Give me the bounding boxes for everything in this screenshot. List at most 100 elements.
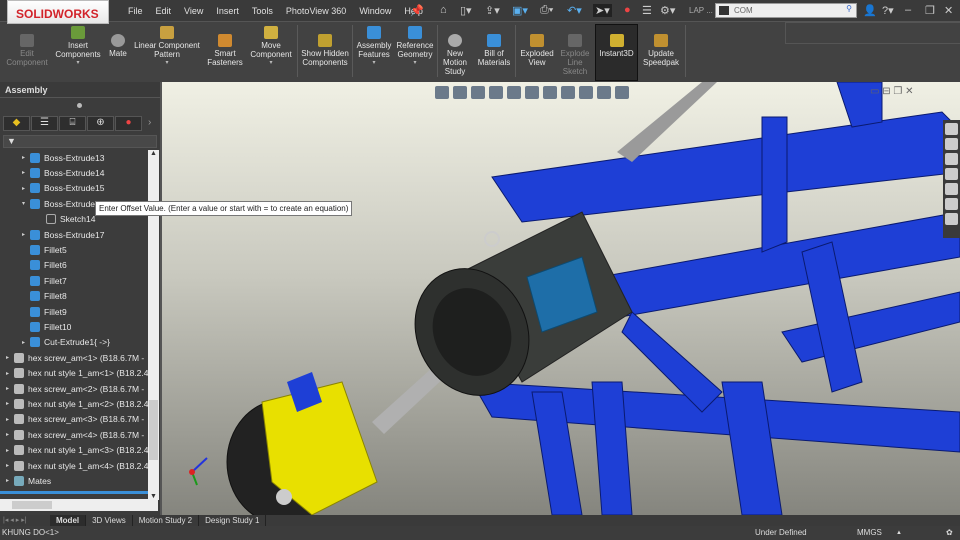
tab-model[interactable]: Model <box>50 515 87 526</box>
tree-item[interactable]: ▸ hex nut style 1_am<1> (B18.2.4 <box>6 366 148 381</box>
tab-scroll-arrows[interactable]: |◂ ◂ ▸ ▸| <box>3 515 27 526</box>
options-gear-icon[interactable]: ⚙▾ <box>660 4 675 17</box>
tree-item[interactable]: ▸ Mates <box>6 473 51 488</box>
previous-view-icon[interactable] <box>471 86 485 99</box>
tree-horizontal-scrollbar[interactable] <box>0 499 158 511</box>
edit-appearance-icon[interactable] <box>579 86 593 99</box>
units-selector[interactable]: MMGS <box>857 526 882 540</box>
edit-component-button[interactable]: Edit Component <box>5 34 49 67</box>
viewport-window-controls[interactable]: ▭ ⊟ ❐ ✕ <box>870 86 914 97</box>
tab-motion-study-2[interactable]: Motion Study 2 <box>133 515 200 526</box>
menu-window[interactable]: Window <box>359 6 391 16</box>
undo-icon[interactable]: ↶▾ <box>567 4 582 17</box>
scroll-thumb[interactable] <box>149 400 158 460</box>
scroll-thumb[interactable] <box>12 501 52 509</box>
update-speedpak-button[interactable]: Update Speedpak <box>640 34 682 67</box>
dropdown-icon[interactable]: ▾ <box>248 59 294 68</box>
expand-arrow-icon[interactable]: ▸ <box>22 169 30 176</box>
assembly-model[interactable] <box>162 81 960 525</box>
3d-content-icon[interactable] <box>945 213 958 225</box>
dropdown-icon[interactable]: ▾ <box>355 59 393 68</box>
tree-item[interactable]: ▸ hex nut style 1_am<3> (B18.2.4 <box>6 443 148 458</box>
design-library-icon[interactable] <box>945 138 958 150</box>
tree-item[interactable]: Fillet7 <box>22 273 67 288</box>
exploded-view-button[interactable]: Exploded View <box>517 34 557 67</box>
tab-design-study-1[interactable]: Design Study 1 <box>199 515 267 526</box>
filter-dropdown[interactable]: ▼ <box>3 135 157 148</box>
expand-arrow-icon[interactable]: ▸ <box>6 400 14 407</box>
file-explorer-icon[interactable] <box>945 153 958 165</box>
restore-icon[interactable]: ❐ <box>925 4 935 17</box>
expand-arrow-icon[interactable]: ▸ <box>6 477 14 484</box>
tree-item[interactable]: ▾ Boss-Extrude16 <box>22 196 104 211</box>
file-properties-icon[interactable]: ☰ <box>642 4 652 17</box>
tree-item[interactable]: ▸ Boss-Extrude17 <box>22 227 104 242</box>
solidworks-resources-icon[interactable] <box>945 123 958 135</box>
expand-arrow-icon[interactable]: ▸ <box>6 370 14 377</box>
minimize-icon[interactable]: – <box>905 4 911 16</box>
instant3d-button[interactable]: Instant3D <box>595 34 638 58</box>
tree-item[interactable]: ▸ hex nut style 1_am<4> (B18.2.4 <box>6 458 148 473</box>
reference-geometry-button[interactable]: Reference Geometry ▾ <box>395 26 435 68</box>
section-view-icon[interactable] <box>489 86 503 99</box>
new-document-icon[interactable]: ▯▾ <box>460 4 472 17</box>
view-palette-icon[interactable] <box>945 168 958 180</box>
tree-item[interactable]: ▸ Boss-Extrude15 <box>22 181 104 196</box>
menu-insert[interactable]: Insert <box>216 6 239 16</box>
linear-pattern-button[interactable]: Linear Component Pattern ▾ <box>132 26 202 68</box>
rebuild-icon[interactable]: ● <box>624 4 631 16</box>
tree-item[interactable]: ▸ hex screw_am<2> (B18.6.7M - <box>6 381 144 396</box>
tree-item[interactable]: ▸ Cut-Extrude1{ ->} <box>22 335 110 350</box>
mate-button[interactable]: Mate <box>106 34 130 58</box>
tab-3d-views[interactable]: 3D Views <box>86 515 133 526</box>
select-icon[interactable]: ➤▾ <box>593 4 612 17</box>
display-manager-tab-icon[interactable]: ● <box>115 116 142 131</box>
dropdown-icon[interactable]: ▾ <box>395 59 435 68</box>
apply-scene-icon[interactable] <box>597 86 611 99</box>
dynamic-annotation-icon[interactable] <box>507 86 521 99</box>
user-icon[interactable]: 👤 <box>863 4 877 17</box>
save-icon[interactable]: ▣▾ <box>512 4 528 17</box>
expand-arrow-icon[interactable]: ▸ <box>22 185 30 192</box>
chevron-right-icon[interactable]: › <box>148 117 151 128</box>
new-motion-study-button[interactable]: New Motion Study <box>440 34 470 76</box>
home-icon[interactable]: ⌂ <box>440 4 447 16</box>
dropdown-icon[interactable]: ▾ <box>132 59 202 68</box>
show-hidden-components-button[interactable]: Show Hidden Components <box>300 34 350 67</box>
user-label[interactable]: LAP ... <box>689 6 713 15</box>
tree-item[interactable]: Fillet10 <box>22 319 71 334</box>
print-icon[interactable]: ⎙▾ <box>540 4 553 17</box>
view-settings-icon[interactable] <box>615 86 629 99</box>
explode-line-sketch-button[interactable]: Explode Line Sketch <box>557 34 593 76</box>
zoom-area-icon[interactable] <box>453 86 467 99</box>
tree-item[interactable]: Fillet6 <box>22 258 67 273</box>
expand-arrow-icon[interactable]: ▸ <box>22 339 30 346</box>
tree-item[interactable]: ▸ hex screw_am<4> (B18.6.7M - <box>6 427 144 442</box>
panel-grip[interactable] <box>77 103 82 108</box>
display-style-icon[interactable] <box>543 86 557 99</box>
menu-file[interactable]: File <box>128 6 143 16</box>
expand-arrow-icon[interactable]: ▸ <box>22 231 30 238</box>
hide-show-items-icon[interactable] <box>561 86 575 99</box>
tree-item[interactable]: Fillet8 <box>22 289 67 304</box>
expand-arrow-icon[interactable]: ▸ <box>6 462 14 469</box>
search-box[interactable]: COM ⚲ <box>715 3 857 18</box>
menu-photoview[interactable]: PhotoView 360 <box>286 6 346 16</box>
tree-item[interactable]: Fillet9 <box>22 304 67 319</box>
solidworks-logo[interactable]: SOLIDWORKS <box>7 0 109 24</box>
rollback-bar[interactable] <box>0 491 148 494</box>
units-dropdown-icon[interactable]: ▲ <box>896 526 902 540</box>
appearances-icon[interactable] <box>945 183 958 195</box>
dropdown-icon[interactable]: ▾ <box>53 59 103 68</box>
expand-arrow-icon[interactable]: ▸ <box>6 354 14 361</box>
tab-assembly[interactable]: Assembly <box>0 82 160 98</box>
customize-icon[interactable]: ✿ <box>946 526 953 540</box>
tree-item[interactable]: ▸ hex nut style 1_am<2> (B18.2.4 <box>6 396 148 411</box>
menu-edit[interactable]: Edit <box>156 6 172 16</box>
expand-arrow-icon[interactable]: ▸ <box>6 447 14 454</box>
close-icon[interactable]: ✕ <box>944 4 953 17</box>
search-input[interactable]: COM <box>734 6 753 15</box>
bill-of-materials-button[interactable]: Bill of Materials <box>474 34 514 67</box>
configuration-manager-tab-icon[interactable]: ⌸ <box>59 116 86 131</box>
feature-manager-tab-icon[interactable]: ◆ <box>3 116 30 131</box>
